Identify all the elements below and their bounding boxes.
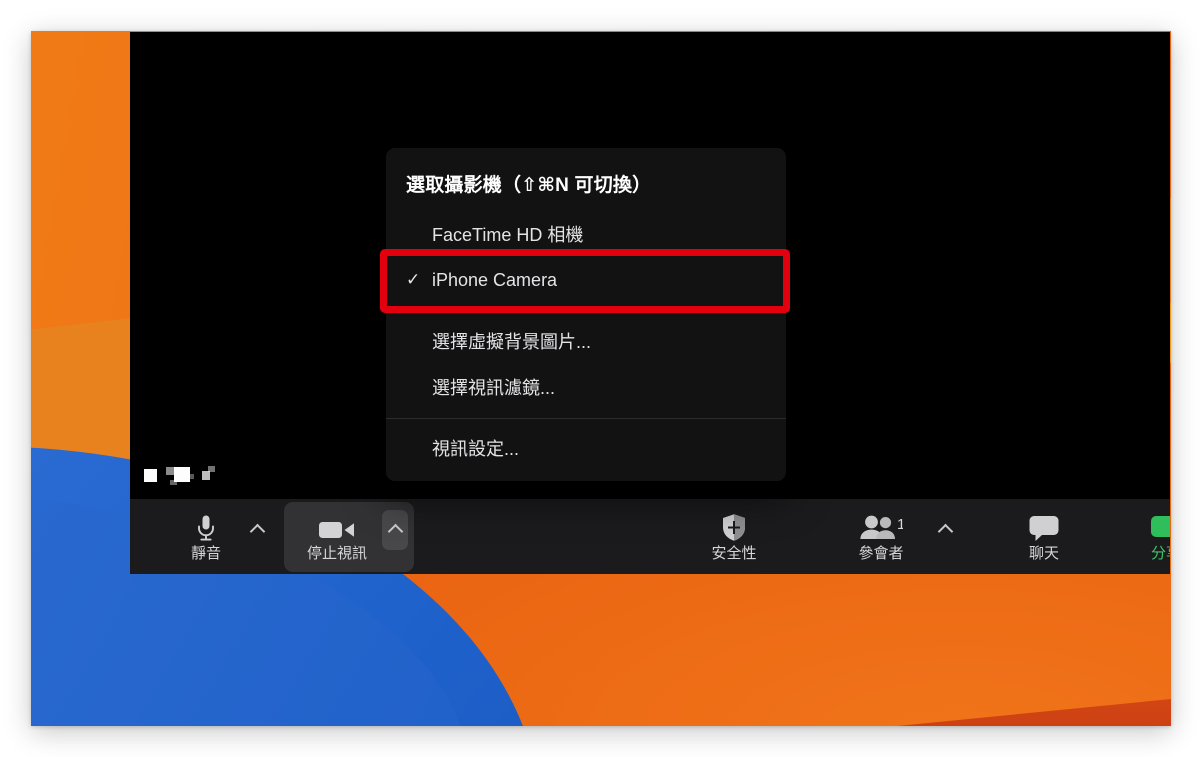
participants-icon: 1 xyxy=(859,512,903,542)
menu-item-choose-virtual-background[interactable]: 選擇虛擬背景圖片... xyxy=(386,318,786,364)
menu-item-label: 選擇虛擬背景圖片... xyxy=(432,332,592,352)
camera-menu-header: 選取攝影機（⇧⌘N 可切換） xyxy=(406,175,652,196)
camera-selection-menu: 選取攝影機（⇧⌘N 可切換） FaceTime HD 相機 ✓ iPhone C… xyxy=(386,148,786,481)
menu-item-choose-video-filter[interactable]: 選擇視訊濾鏡... xyxy=(386,364,786,410)
toolbar-right-group: 安全性 1 參會者 聊天 分 xyxy=(682,506,1170,568)
svg-text:1: 1 xyxy=(897,516,903,533)
menu-item-label: FaceTime HD 相機 xyxy=(432,225,584,245)
security-button-label: 安全性 xyxy=(711,544,757,562)
menu-item-label: 選擇視訊濾鏡... xyxy=(432,378,556,398)
shield-icon xyxy=(721,512,747,542)
toolbar-left-group: 靜音 停止視訊 xyxy=(130,501,414,572)
mute-button-label: 靜音 xyxy=(190,544,221,562)
participants-control-group: 1 參會者 xyxy=(832,506,958,568)
menu-item-label: iPhone Camera xyxy=(432,269,558,290)
menu-separator-2 xyxy=(386,418,786,419)
redacted-participant-name xyxy=(144,465,224,487)
share-screen-icon xyxy=(1149,512,1170,542)
share-screen-button[interactable]: 分享 xyxy=(1128,506,1170,568)
chat-bubble-icon xyxy=(1028,512,1060,542)
menu-item-label: 視訊設定... xyxy=(432,439,520,459)
zoom-toolbar: 靜音 停止視訊 安全性 1 參會者 聊天 分 xyxy=(130,499,1170,574)
mute-options-chevron-up-icon[interactable] xyxy=(244,510,270,550)
stop-video-button[interactable]: 停止視訊 xyxy=(294,506,380,568)
checkmark-icon: ✓ xyxy=(406,270,421,289)
chat-button[interactable]: 聊天 xyxy=(998,506,1090,568)
menu-item-video-settings[interactable]: 視訊設定... xyxy=(386,425,786,471)
video-camera-icon xyxy=(318,512,356,542)
participants-button[interactable]: 1 參會者 xyxy=(832,506,930,568)
participants-options-chevron-up-icon[interactable] xyxy=(932,510,958,550)
microphone-icon xyxy=(195,512,217,542)
share-screen-button-label: 分享 xyxy=(1150,544,1170,562)
participants-button-label: 參會者 xyxy=(858,544,904,562)
menu-item-facetime-hd-camera[interactable]: FaceTime HD 相機 xyxy=(386,211,786,257)
video-options-chevron-up-icon[interactable] xyxy=(382,509,408,550)
menu-item-iphone-camera[interactable]: ✓ iPhone Camera xyxy=(386,257,786,303)
chat-button-label: 聊天 xyxy=(1028,544,1059,562)
mute-control-group: 靜音 xyxy=(170,506,270,568)
mute-button[interactable]: 靜音 xyxy=(170,506,242,568)
security-button[interactable]: 安全性 xyxy=(682,506,786,568)
video-control-group: 停止視訊 xyxy=(284,501,414,572)
stop-video-button-label: 停止視訊 xyxy=(306,544,367,562)
screenshot-canvas: 靜音 停止視訊 安全性 1 參會者 聊天 分 選取攝影機（⇧⌘N 可切換） Fa… xyxy=(0,0,1200,757)
menu-separator-1 xyxy=(386,311,786,312)
